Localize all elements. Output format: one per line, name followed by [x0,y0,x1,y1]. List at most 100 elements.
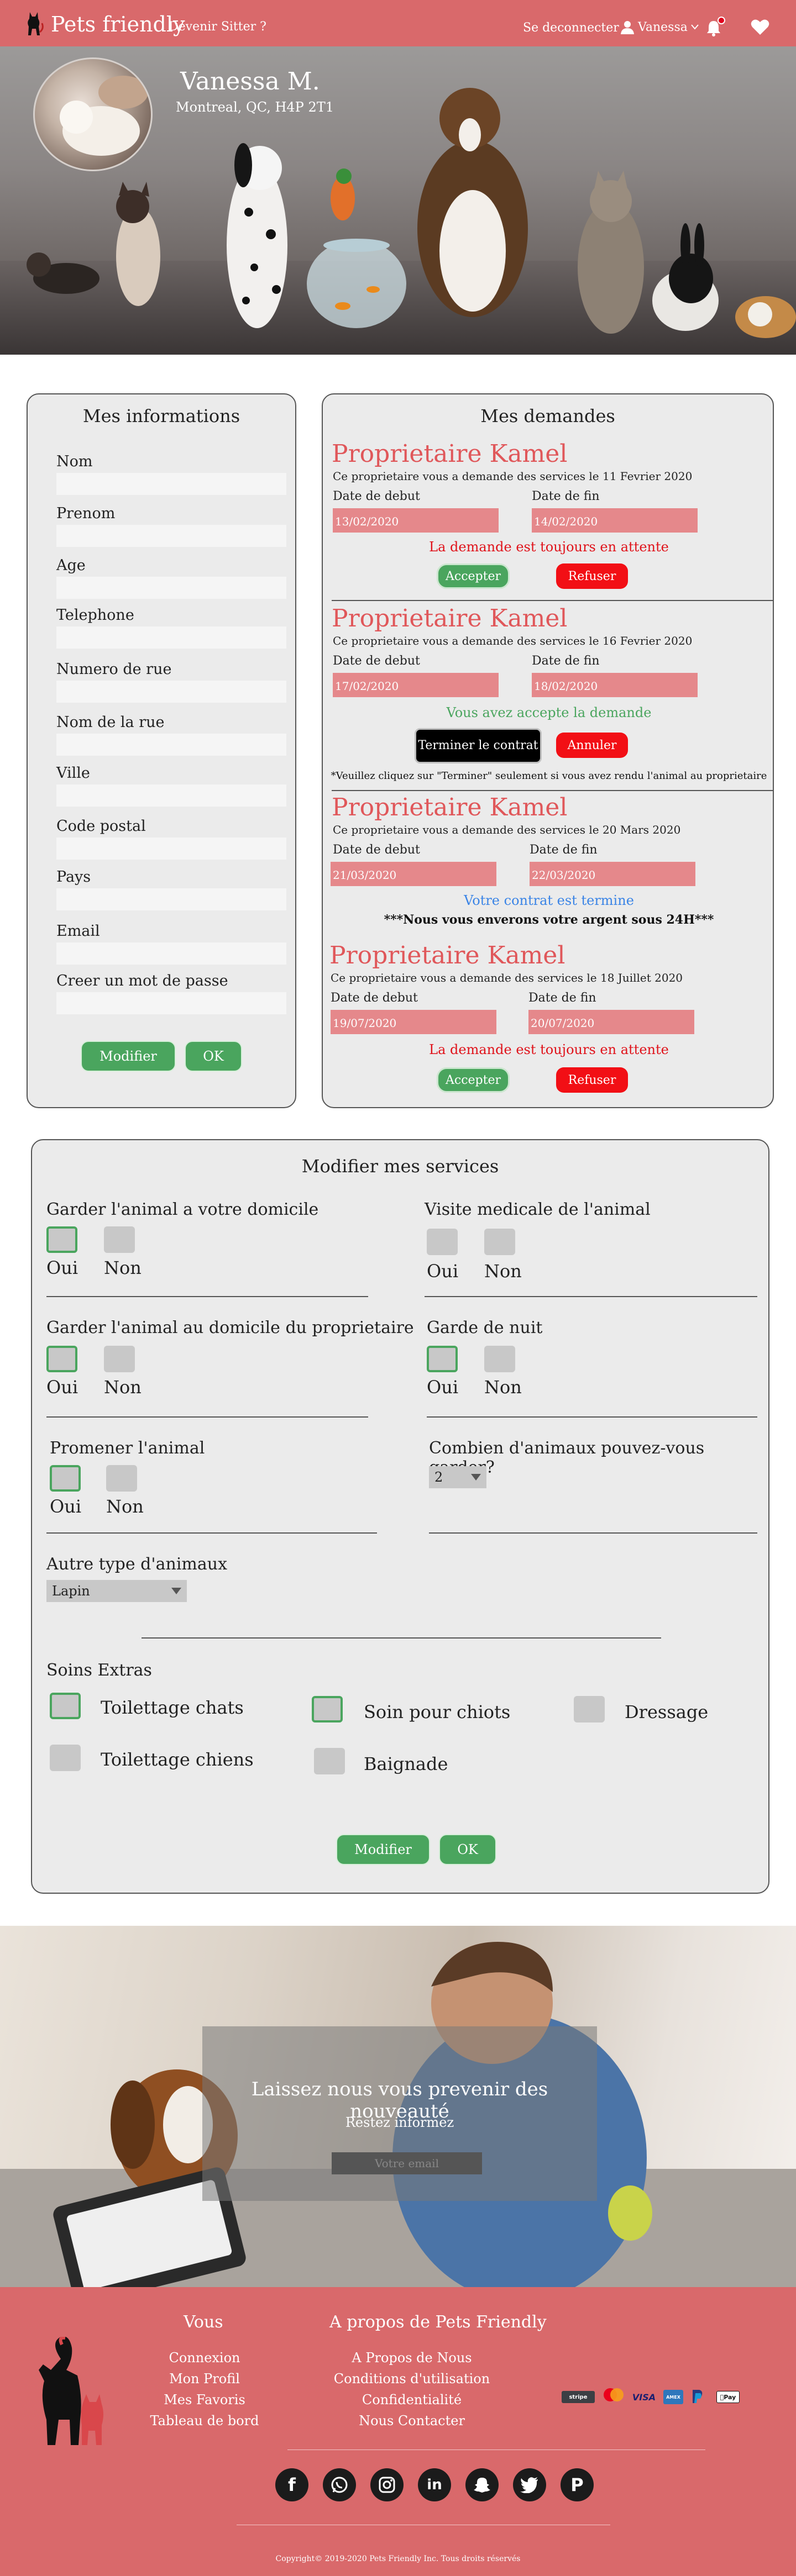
logout-link[interactable]: Se deconnecter [523,21,619,35]
extra-cat-grooming-checkbox[interactable] [50,1693,81,1719]
walk-oui-checkbox[interactable] [50,1465,81,1492]
age-input[interactable] [56,577,286,599]
footer-cats-logo [39,2337,103,2445]
user-icon [621,21,634,34]
nom-rue-input[interactable] [56,734,286,756]
instagram-icon[interactable] [370,2468,404,2501]
footer-link[interactable]: Connexion [149,2350,260,2366]
snapchat-icon[interactable] [465,2468,499,2501]
footer-link[interactable]: Mes Favoris [149,2392,260,2408]
password-input[interactable] [56,992,286,1014]
copyright: Copyright© 2019-2020 Pets Friendly Inc. … [275,2554,521,2563]
visa-badge: VISA [632,2391,656,2403]
non-label: Non [484,1377,522,1398]
extra-label: Toilettage chats [101,1697,244,1718]
prenom-input[interactable] [56,525,286,547]
non-label: Non [484,1261,522,1282]
profile-avatar[interactable] [33,57,153,171]
night-oui-checkbox[interactable] [427,1346,458,1372]
brand[interactable]: Pets friendly [22,10,185,39]
request-text: Ce proprietaire vous a demande des servi… [331,971,683,984]
code-postal-input[interactable] [56,837,286,860]
home-care-label: Garder l'animal a votre domicile [46,1200,319,1219]
extra-training-checkbox[interactable] [574,1696,605,1722]
footer-link[interactable]: Tableau de bord [149,2413,260,2429]
other-animals-value: Lapin [52,1583,90,1599]
profile-hero: Vanessa M. Montreal, QC, H4P 2T1 [0,46,796,355]
refuse-button[interactable]: Refuser [556,1067,628,1093]
oui-label: Oui [46,1257,78,1278]
night-non-checkbox[interactable] [484,1346,515,1372]
paypal-icon [693,2390,703,2403]
chevron-down-icon [171,1588,181,1594]
footer-link[interactable]: Nous Contacter [326,2413,498,2429]
end-date-field[interactable]: 20/07/2020 [528,1010,694,1034]
services-modify-button[interactable]: Modifier [336,1834,430,1865]
stripe-badge: stripe [562,2391,595,2403]
home-care-non-checkbox[interactable] [104,1226,135,1253]
cat-logo-icon [28,12,44,35]
accept-button[interactable]: Accepter [437,1067,510,1093]
linkedin-icon[interactable]: in [418,2468,451,2501]
start-date-field[interactable]: 19/07/2020 [331,1010,496,1034]
footer-link[interactable]: Confidentialité [326,2392,498,2408]
info-ok-button[interactable]: OK [185,1041,242,1072]
newsletter-subtitle: Restez informez [345,2115,454,2130]
divider [46,1532,377,1534]
field-label-nom-rue: Nom de la rue [56,714,165,731]
pays-input[interactable] [56,888,286,910]
extra-bath-checkbox[interactable] [314,1748,345,1774]
footer-link[interactable]: A Propos de Nous [326,2350,498,2366]
other-animals-select[interactable]: Lapin [46,1580,187,1602]
extra-puppy-care-checkbox[interactable] [312,1696,343,1722]
footer-link[interactable]: Mon Profil [149,2371,260,2387]
info-panel-title: Mes informations [82,405,240,426]
pinterest-icon[interactable]: P [561,2468,594,2501]
divider [46,1416,368,1418]
email-input[interactable] [56,942,286,965]
info-modify-button[interactable]: Modifier [81,1041,176,1072]
animal-count-select[interactable]: 2 [429,1466,486,1488]
home-care-oui-checkbox[interactable] [46,1226,77,1253]
start-date-label: Date de debut [331,991,418,1005]
vet-visit-non-checkbox[interactable] [484,1229,515,1255]
footer-about-title: A propos de Pets Friendly [329,2312,547,2332]
user-menu[interactable]: Vanessa [620,20,699,34]
apple-icon:  [720,2394,724,2401]
field-label-password: Creer un mot de passe [56,972,228,989]
footer-link[interactable]: Conditions d'utilisation [326,2371,498,2387]
nom-input[interactable] [56,473,286,495]
services-panel: Modifier mes services Garder l'animal a … [31,1139,769,1894]
twitter-icon[interactable] [513,2468,546,2501]
newsletter-email-input[interactable]: Votre email [332,2152,482,2174]
favorites-button[interactable] [751,19,769,38]
oui-label: Oui [427,1261,459,1282]
walk-non-checkbox[interactable] [106,1465,137,1492]
paypal-badge [689,2389,705,2404]
divider [429,1532,757,1534]
ville-input[interactable] [56,784,286,807]
footer-vous-title: Vous [184,2312,223,2332]
request-owner[interactable]: Proprietaire Kamel [329,941,565,970]
divider [46,1296,368,1297]
oui-label: Oui [46,1377,78,1398]
owner-home-non-checkbox[interactable] [104,1346,135,1372]
owner-home-oui-checkbox[interactable] [46,1346,77,1372]
mastercard-badge [603,2388,625,2401]
extra-dog-grooming-checkbox[interactable] [50,1745,81,1771]
apple-pay-badge: Pay [716,2391,740,2403]
newsletter-box: Laissez nous vous prevenir des nouveauté… [202,2026,597,2201]
notifications-button[interactable] [706,17,725,39]
navbar: Pets friendly Devenir Sitter ? Se deconn… [0,0,796,46]
oui-label: Oui [427,1377,459,1398]
extra-label: Toilettage chiens [101,1749,254,1770]
whatsapp-icon[interactable] [323,2468,356,2501]
numero-rue-input[interactable] [56,681,286,703]
non-label: Non [106,1496,144,1517]
services-ok-button[interactable]: OK [439,1834,496,1865]
facebook-icon[interactable]: f [275,2468,308,2501]
vet-visit-oui-checkbox[interactable] [427,1229,458,1255]
divider [427,1416,757,1418]
become-sitter-link[interactable]: Devenir Sitter ? [169,20,266,34]
telephone-input[interactable] [56,626,286,649]
